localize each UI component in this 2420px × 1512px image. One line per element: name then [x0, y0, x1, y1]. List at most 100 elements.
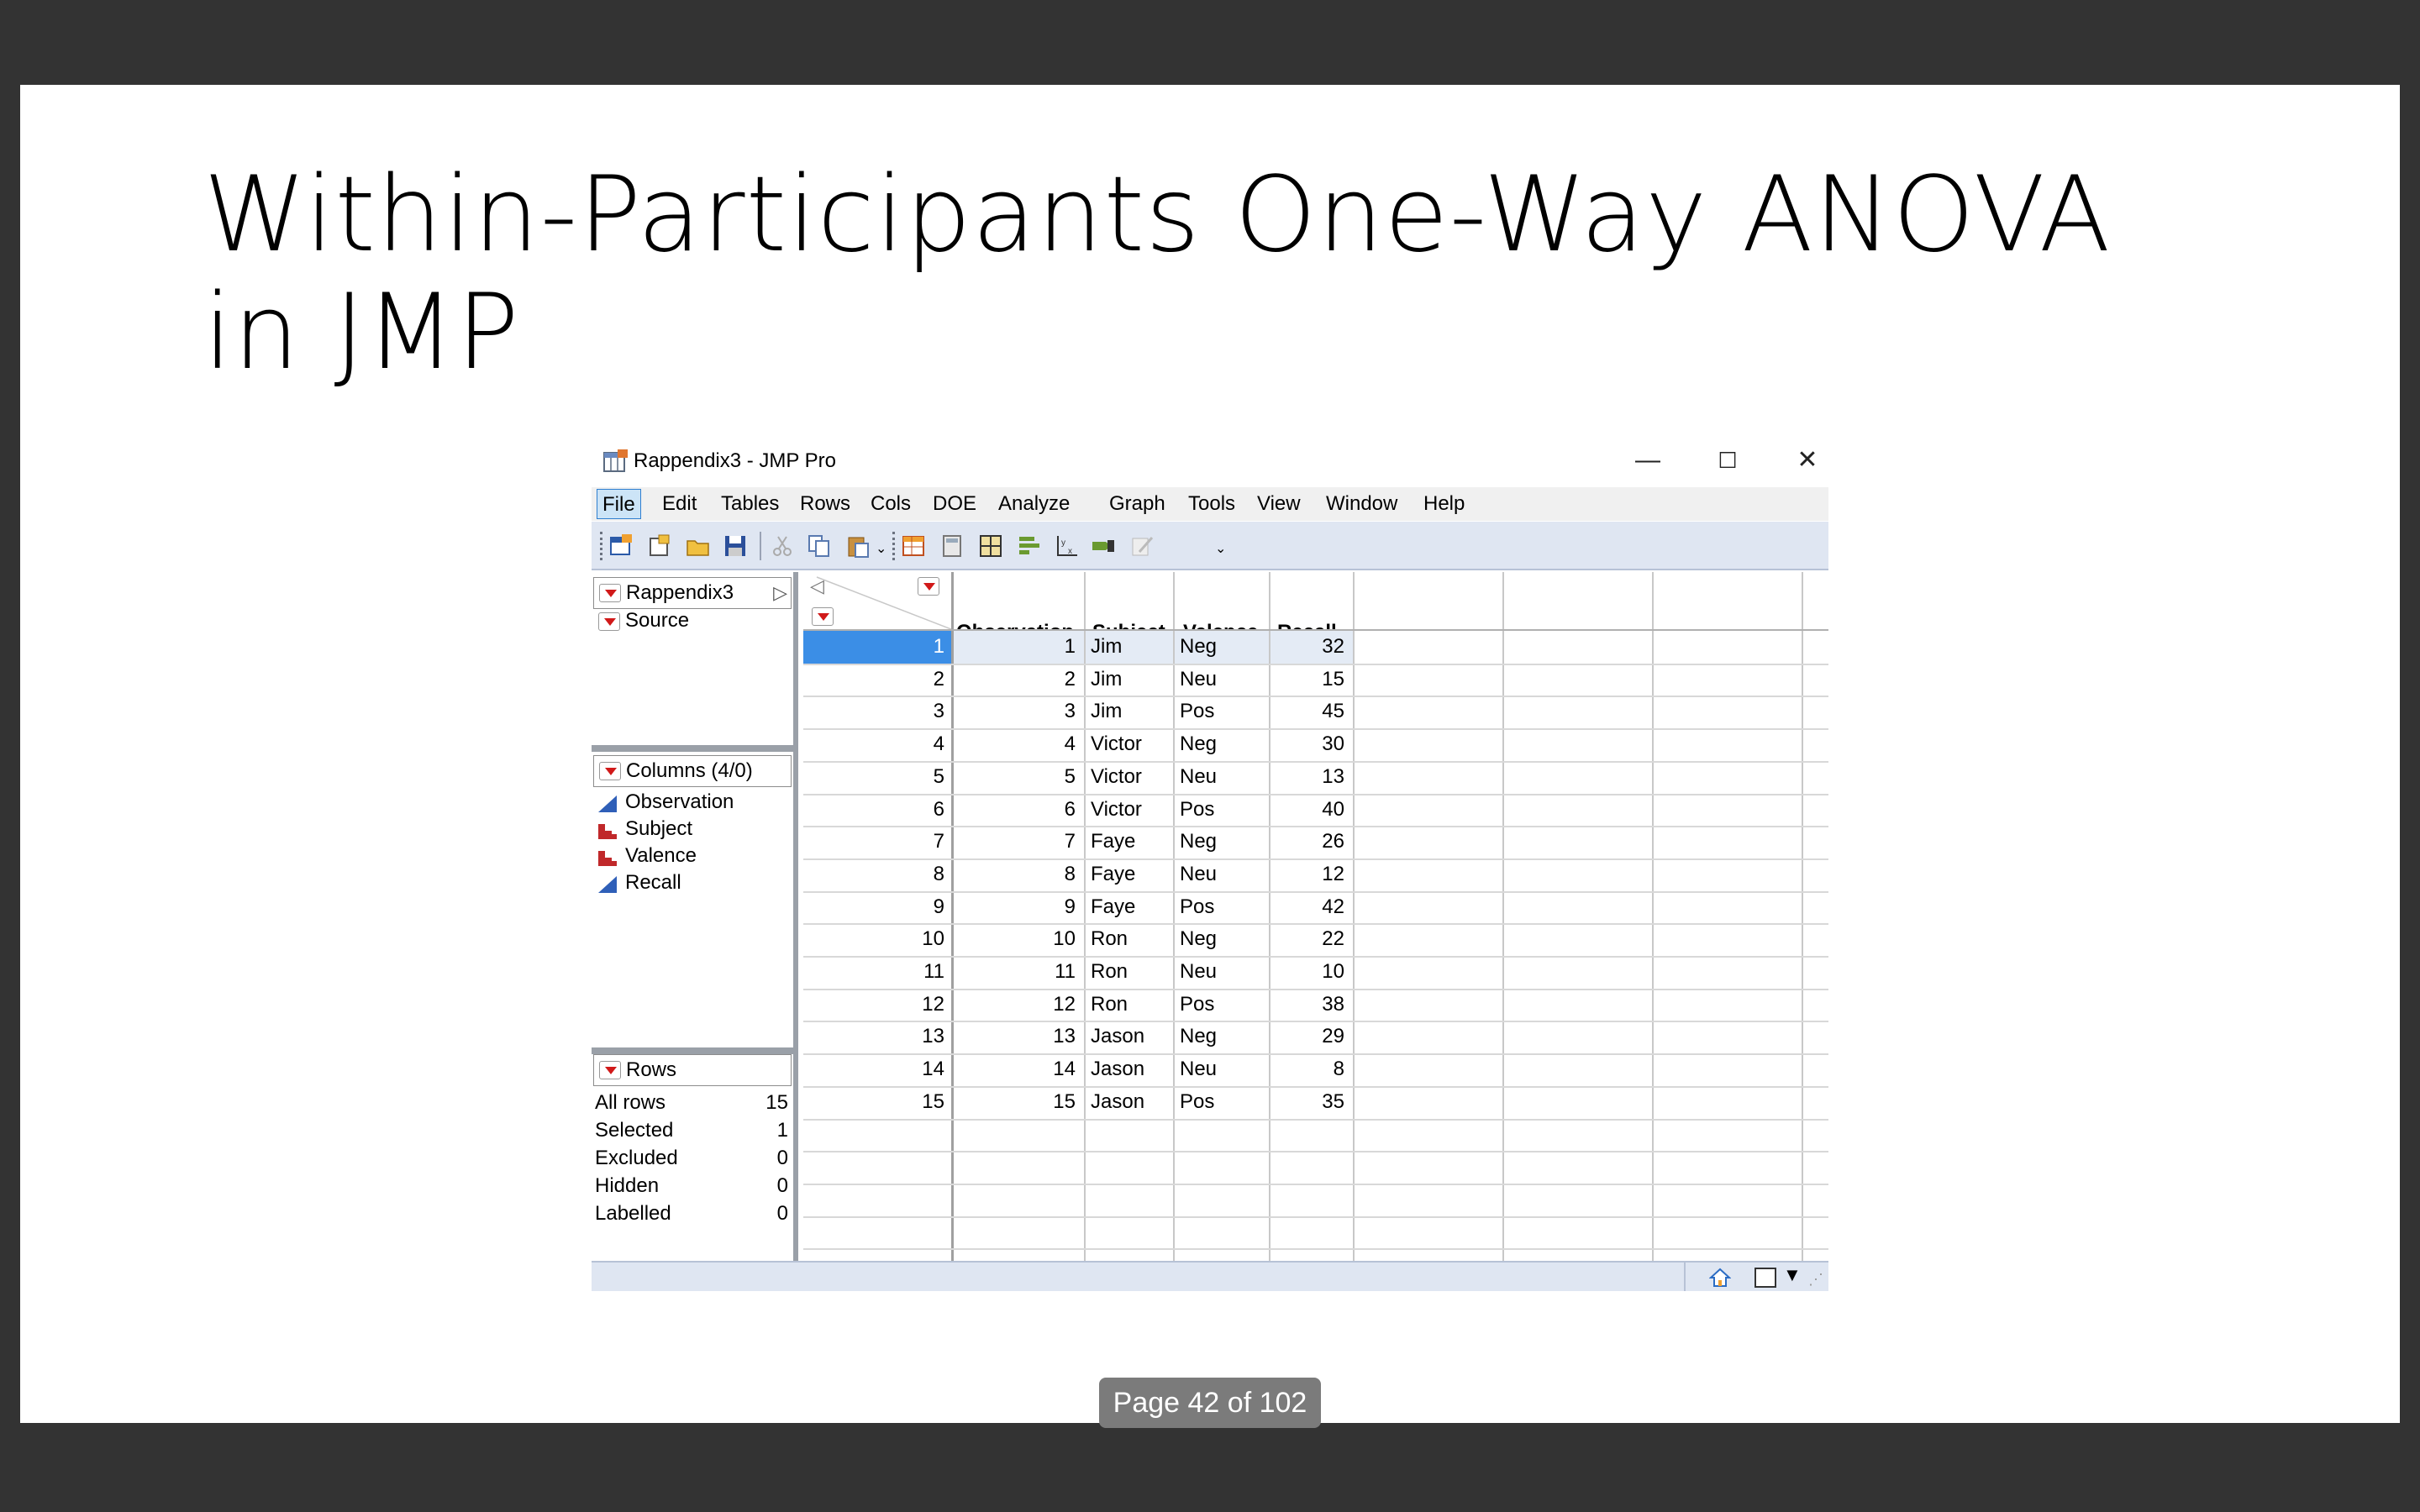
column-item-subject[interactable]: Subject [625, 817, 692, 841]
cell-subject[interactable]: Jason [1086, 1053, 1170, 1086]
menu-edit[interactable]: Edit [657, 489, 702, 519]
edit-icon[interactable] [1129, 533, 1155, 559]
table-row[interactable]: 12 12 Ron Pos 38 [803, 989, 1828, 1021]
rows-area-red-triangle-icon[interactable] [812, 607, 834, 626]
cell-observation[interactable]: 3 [953, 696, 1082, 728]
table-row[interactable]: 1 1 Jim Neg 32 [803, 631, 1828, 664]
menu-doe[interactable]: DOE [928, 489, 981, 519]
cell-observation[interactable]: 4 [953, 728, 1082, 761]
cell-valence[interactable]: Neg [1175, 631, 1265, 664]
cell-observation[interactable]: 7 [953, 826, 1082, 858]
cell-recall[interactable]: 8 [1270, 1053, 1351, 1086]
cell-recall[interactable]: 32 [1270, 631, 1351, 664]
minimize-button[interactable]: — [1618, 444, 1677, 476]
cell-subject[interactable]: Ron [1086, 923, 1170, 956]
cell-valence[interactable]: Pos [1175, 696, 1265, 728]
cell-recall[interactable]: 45 [1270, 696, 1351, 728]
cell-subject[interactable]: Victor [1086, 794, 1170, 827]
rows-red-triangle-icon[interactable] [599, 1061, 621, 1079]
cell-valence[interactable]: Pos [1175, 794, 1265, 827]
window-list-icon[interactable] [1754, 1268, 1776, 1288]
window-titlebar[interactable]: Rappendix3 - JMP Pro — ☐ ✕ [592, 439, 1828, 481]
source-red-triangle-icon[interactable] [598, 612, 620, 631]
menu-cols[interactable]: Cols [865, 489, 916, 519]
column-item-recall[interactable]: Recall [625, 871, 681, 895]
row-number[interactable]: 13 [803, 1021, 951, 1053]
cell-recall[interactable]: 35 [1270, 1086, 1351, 1119]
row-number[interactable]: 1 [803, 631, 951, 664]
table-row[interactable]: 8 8 Faye Neu 12 [803, 858, 1828, 891]
distribution-icon[interactable] [1017, 533, 1042, 559]
table-row[interactable]: 15 15 Jason Pos 35 [803, 1086, 1828, 1119]
cell-valence[interactable]: Neg [1175, 826, 1265, 858]
row-number[interactable]: 8 [803, 858, 951, 891]
row-number[interactable]: 15 [803, 1086, 951, 1119]
cell-observation[interactable]: 9 [953, 891, 1082, 924]
table-row[interactable]: 5 5 Victor Neu 13 [803, 761, 1828, 794]
cell-valence[interactable]: Pos [1175, 891, 1265, 924]
cell-observation[interactable]: 2 [953, 664, 1082, 696]
menu-file[interactable]: File [597, 489, 641, 519]
close-button[interactable]: ✕ [1778, 444, 1828, 476]
cell-valence[interactable]: Neu [1175, 1053, 1265, 1086]
table-row[interactable]: 14 14 Jason Neu 8 [803, 1053, 1828, 1086]
menu-tables[interactable]: Tables [716, 489, 784, 519]
row-number[interactable]: 12 [803, 989, 951, 1021]
row-number[interactable]: 6 [803, 794, 951, 827]
cell-recall[interactable]: 13 [1270, 761, 1351, 794]
panel-divider[interactable] [592, 1047, 793, 1054]
menu-analyze[interactable]: Analyze [993, 489, 1075, 519]
table-row[interactable]: 11 11 Ron Neu 10 [803, 956, 1828, 989]
toolbar-overflow-icon[interactable]: ⌄ [876, 540, 886, 557]
menu-help[interactable]: Help [1418, 489, 1470, 519]
cell-observation[interactable]: 1 [953, 631, 1082, 664]
table-row[interactable]: 13 13 Jason Neg 29 [803, 1021, 1828, 1053]
cell-recall[interactable]: 42 [1270, 891, 1351, 924]
cell-valence[interactable]: Neg [1175, 923, 1265, 956]
grid-icon[interactable] [978, 533, 1003, 559]
table-row[interactable]: 10 10 Ron Neg 22 [803, 923, 1828, 956]
paste-icon[interactable] [845, 533, 871, 559]
menu-graph[interactable]: Graph [1104, 489, 1171, 519]
table-row[interactable]: 6 6 Victor Pos 40 [803, 794, 1828, 827]
column-item-valence[interactable]: Valence [625, 844, 697, 868]
cell-valence[interactable]: Neu [1175, 956, 1265, 989]
cell-subject[interactable]: Faye [1086, 826, 1170, 858]
row-number[interactable]: 4 [803, 728, 951, 761]
cell-recall[interactable]: 26 [1270, 826, 1351, 858]
source-script[interactable]: Source [625, 609, 689, 633]
cell-valence[interactable]: Neu [1175, 664, 1265, 696]
table-row[interactable]: 9 9 Faye Pos 42 [803, 891, 1828, 924]
cut-icon[interactable] [770, 533, 795, 559]
cell-recall[interactable]: 12 [1270, 858, 1351, 891]
cell-recall[interactable]: 10 [1270, 956, 1351, 989]
cell-recall[interactable]: 22 [1270, 923, 1351, 956]
cell-observation[interactable]: 14 [953, 1053, 1082, 1086]
menu-rows[interactable]: Rows [795, 489, 855, 519]
cell-recall[interactable]: 30 [1270, 728, 1351, 761]
table-row[interactable]: 4 4 Victor Neg 30 [803, 728, 1828, 761]
dropdown-arrow-icon[interactable]: ▼ [1783, 1264, 1802, 1286]
toolbar-grip[interactable] [600, 532, 603, 560]
row-number[interactable]: 9 [803, 891, 951, 924]
cell-subject[interactable]: Jim [1086, 696, 1170, 728]
cell-observation[interactable]: 8 [953, 858, 1082, 891]
fit-model-icon[interactable] [1091, 533, 1116, 559]
table-row[interactable]: 7 7 Faye Neg 26 [803, 826, 1828, 858]
cell-subject[interactable]: Victor [1086, 728, 1170, 761]
table-row[interactable]: 2 2 Jim Neu 15 [803, 664, 1828, 696]
cell-subject[interactable]: Jim [1086, 664, 1170, 696]
cell-observation[interactable]: 12 [953, 989, 1082, 1021]
menu-tools[interactable]: Tools [1183, 489, 1240, 519]
cell-subject[interactable]: Victor [1086, 761, 1170, 794]
fit-y-by-x-icon[interactable]: yx [1054, 533, 1079, 559]
toolbar-grip-2[interactable] [892, 532, 896, 560]
cell-recall[interactable]: 40 [1270, 794, 1351, 827]
row-number[interactable]: 7 [803, 826, 951, 858]
menu-window[interactable]: Window [1321, 489, 1402, 519]
table-name-header[interactable]: Rappendix3 ▷ [593, 577, 792, 609]
cell-observation[interactable]: 15 [953, 1086, 1082, 1119]
cell-valence[interactable]: Pos [1175, 1086, 1265, 1119]
cell-observation[interactable]: 10 [953, 923, 1082, 956]
home-icon[interactable] [1709, 1268, 1731, 1288]
